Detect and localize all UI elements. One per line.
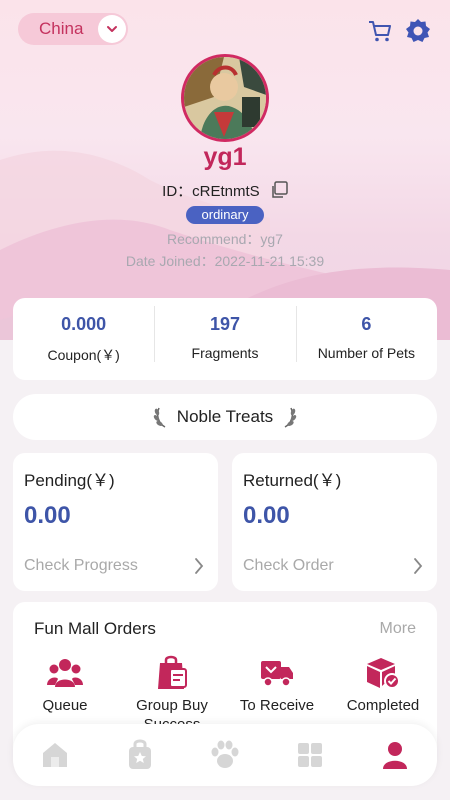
stats-card: 0.000 Coupon(￥) 197 Fragments 6 Number o… — [13, 298, 437, 380]
orders-title: Fun Mall Orders — [34, 619, 156, 638]
stat-label: Coupon(￥) — [47, 347, 120, 363]
truck-icon — [225, 654, 329, 692]
avatar[interactable] — [181, 54, 269, 142]
pending-title: Pending(￥) — [24, 471, 115, 490]
chevron-right-icon[interactable] — [194, 557, 204, 580]
tab-grid[interactable] — [288, 733, 332, 777]
member-level-badge: ordinary — [186, 206, 264, 224]
chevron-down-icon[interactable] — [98, 15, 126, 43]
tab-pets[interactable] — [203, 733, 247, 777]
top-bar: China — [0, 0, 450, 60]
noble-treats-button[interactable]: Noble Treats — [13, 394, 437, 440]
stat-label: Fragments — [191, 345, 259, 361]
profile-tab-icon — [382, 742, 407, 769]
pending-value: 0.00 — [24, 502, 71, 529]
tab-profile[interactable] — [373, 733, 417, 777]
tab-home[interactable] — [33, 733, 77, 777]
gear-icon[interactable] — [404, 17, 432, 45]
returned-value: 0.00 — [243, 502, 290, 529]
chevron-right-icon[interactable] — [413, 557, 423, 580]
copy-icon[interactable] — [270, 181, 288, 203]
region-label: China — [39, 19, 84, 38]
stat-value: 197 — [209, 314, 241, 334]
stat-value: 0.000 — [61, 314, 107, 334]
queue-icon — [13, 654, 117, 692]
order-label: Completed — [346, 697, 420, 714]
noble-treats-label: Noble Treats — [176, 407, 274, 426]
order-to-receive[interactable]: To Receive — [225, 654, 329, 715]
bottom-tab-bar — [13, 724, 437, 786]
check-progress-link[interactable]: Check Progress — [24, 557, 138, 575]
pending-card: Pending(￥) 0.00 Check Progress — [13, 453, 218, 591]
recommend-text: Recommend：yg7 — [167, 231, 283, 247]
check-order-link[interactable]: Check Order — [243, 557, 334, 575]
returned-title: Returned(￥) — [243, 471, 342, 490]
home-tab-icon — [43, 743, 68, 767]
order-completed[interactable]: Completed — [331, 654, 435, 715]
orders-more-link[interactable]: More — [380, 620, 416, 638]
order-label: Queue — [42, 697, 88, 714]
user-id: ID：cREtnmtS — [162, 183, 260, 200]
username: yg1 — [203, 143, 247, 171]
stat-coupon[interactable]: 0.000 Coupon(￥) — [13, 298, 154, 380]
laurel-right-icon — [284, 407, 297, 428]
region-selector[interactable]: China — [18, 13, 128, 45]
cart-icon[interactable] — [367, 18, 393, 44]
date-joined-text: Date Joined：2022-11-21 15:39 — [125, 253, 325, 269]
order-queue[interactable]: Queue — [13, 654, 117, 715]
order-label: To Receive — [239, 697, 315, 714]
order-group-buy[interactable]: Group Buy Success — [120, 654, 224, 734]
group-buy-icon — [120, 654, 224, 692]
stat-fragments[interactable]: 197 Fragments — [154, 298, 295, 380]
completed-box-icon — [331, 654, 435, 692]
paw-tab-icon — [211, 740, 239, 768]
bag-tab-icon — [129, 739, 152, 769]
returned-card: Returned(￥) 0.00 Check Order — [232, 453, 437, 591]
stat-value: 6 — [361, 314, 372, 334]
stat-pets[interactable]: 6 Number of Pets — [295, 298, 437, 380]
grid-tab-icon — [297, 743, 322, 767]
tab-bag[interactable] — [118, 733, 162, 777]
laurel-left-icon — [153, 407, 166, 428]
stat-label: Number of Pets — [317, 345, 415, 361]
user-id-row: ID：cREtnmtS — [0, 180, 450, 203]
